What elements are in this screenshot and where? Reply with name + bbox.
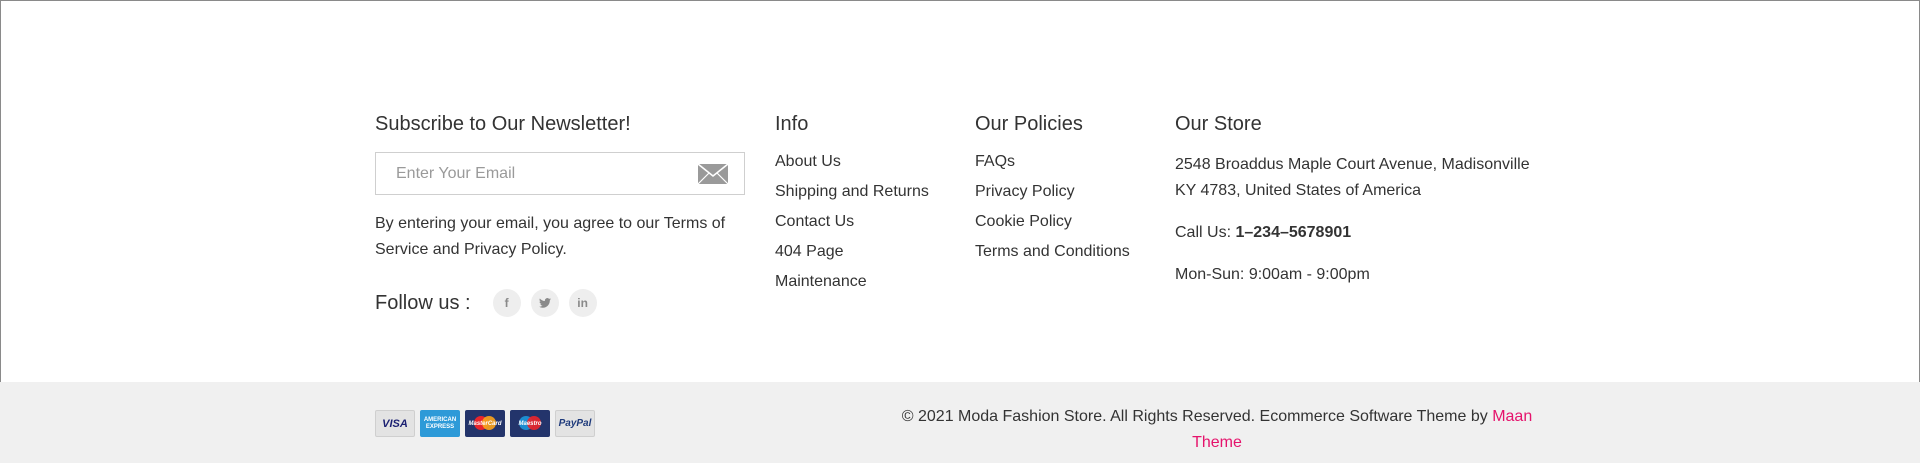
linkedin-icon[interactable]: in (568, 289, 597, 317)
maestro-label: Maestro (518, 420, 542, 427)
newsletter-agreement: By entering your email, you agree to our… (375, 215, 726, 258)
envelope-icon (697, 162, 729, 184)
visa-icon: VISA (375, 410, 415, 437)
store-address: 2548 Broaddus Maple Court Avenue, Madiso… (1175, 152, 1545, 204)
subscribe-button[interactable] (696, 162, 730, 186)
terms-conditions-link[interactable]: Terms and Conditions (975, 243, 1130, 260)
twitter-icon[interactable] (530, 289, 559, 317)
call-us-label: Call Us: (1175, 224, 1232, 241)
info-links: About Us Shipping and Returns Contact Us… (775, 152, 945, 292)
contact-us-link[interactable]: Contact Us (775, 213, 854, 230)
maintenance-link[interactable]: Maintenance (775, 273, 867, 290)
newsletter-form (375, 152, 745, 195)
info-column: Info About Us Shipping and Returns Conta… (775, 110, 945, 302)
store-title: Our Store (1175, 113, 1262, 135)
mastercard-icon: MasterCard (465, 410, 505, 437)
store-phone: Call Us: 1–234–5678901 (1175, 220, 1545, 246)
copyright-text: © 2021 Moda Fashion Store. All Rights Re… (901, 408, 1493, 425)
phone-number: 1–234–5678901 (1235, 224, 1352, 241)
faqs-link[interactable]: FAQs (975, 153, 1015, 170)
footer-main: Subscribe to Our Newsletter! By entering… (375, 110, 1545, 370)
policies-title: Our Policies (975, 113, 1083, 135)
footer-bottom-bar: VISA AMERICAN EXPRESS MasterCard Maestro… (0, 382, 1920, 463)
paypal-icon: PayPal (555, 410, 595, 437)
list-item: Terms and Conditions (975, 242, 1145, 262)
follow-us-row: Follow us : f in (375, 289, 745, 317)
list-item: 404 Page (775, 242, 945, 262)
privacy-policy-link[interactable]: Privacy Policy (975, 183, 1075, 200)
shipping-returns-link[interactable]: Shipping and Returns (775, 183, 929, 200)
store-column: Our Store 2548 Broaddus Maple Court Aven… (1175, 110, 1545, 288)
maestro-icon: Maestro (510, 410, 550, 437)
info-title: Info (775, 113, 809, 135)
cookie-policy-link[interactable]: Cookie Policy (975, 213, 1072, 230)
follow-us-label: Follow us : (375, 291, 471, 314)
american-express-icon: AMERICAN EXPRESS (420, 410, 460, 437)
mastercard-label: MasterCard (468, 420, 502, 427)
address-line-2: KY 4783, United States of America (1175, 182, 1422, 199)
newsletter-title: Subscribe to Our Newsletter! (375, 113, 631, 135)
list-item: Shipping and Returns (775, 182, 945, 202)
newsletter-column: Subscribe to Our Newsletter! By entering… (375, 110, 745, 317)
about-us-link[interactable]: About Us (775, 153, 841, 170)
address-line-1: 2548 Broaddus Maple Court Avenue, Madiso… (1175, 156, 1530, 173)
list-item: Maintenance (775, 272, 945, 292)
facebook-icon[interactable]: f (492, 289, 521, 317)
policies-column: Our Policies FAQs Privacy Policy Cookie … (975, 110, 1145, 272)
payment-methods: VISA AMERICAN EXPRESS MasterCard Maestro… (375, 410, 600, 437)
list-item: FAQs (975, 152, 1145, 172)
list-item: Contact Us (775, 212, 945, 232)
copyright-notice: © 2021 Moda Fashion Store. All Rights Re… (897, 404, 1537, 456)
store-hours: Mon-Sun: 9:00am - 9:00pm (1175, 266, 1370, 283)
list-item: Privacy Policy (975, 182, 1145, 202)
list-item: About Us (775, 152, 945, 172)
policies-links: FAQs Privacy Policy Cookie Policy Terms … (975, 152, 1145, 262)
404-page-link[interactable]: 404 Page (775, 243, 844, 260)
email-input[interactable] (396, 164, 696, 183)
list-item: Cookie Policy (975, 212, 1145, 232)
